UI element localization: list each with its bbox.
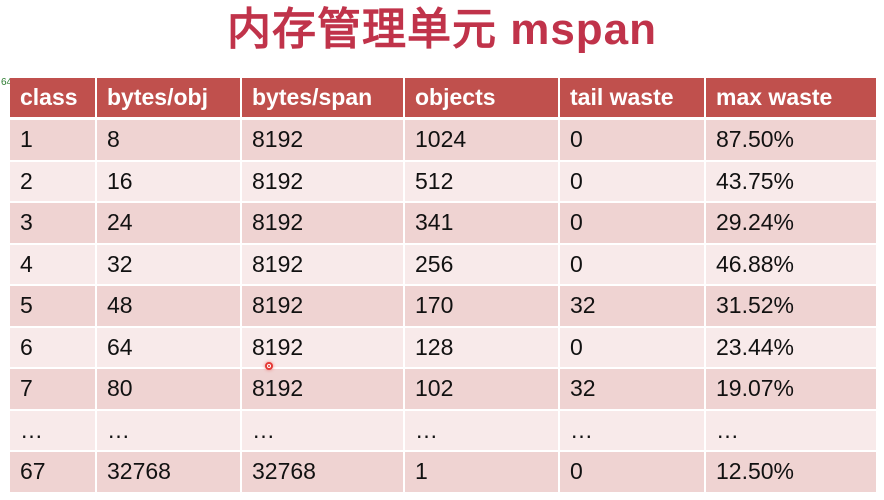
cell-bytes-per-obj: … — [96, 409, 242, 452]
cell-tail-waste: 0 — [559, 160, 706, 203]
cell-max-waste: 43.75% — [705, 160, 876, 203]
table-header: class bytes/obj bytes/span objects tail … — [10, 78, 876, 120]
cell-class: 2 — [10, 160, 97, 203]
header-max-waste: max waste — [705, 78, 876, 120]
cell-class: 6 — [10, 326, 97, 369]
cell-bytes-per-obj: 48 — [96, 285, 242, 328]
cell-objects: 341 — [404, 202, 560, 245]
cell-bytes-per-span: 8192 — [241, 118, 405, 162]
laser-pointer-cursor — [265, 362, 273, 370]
mspan-size-class-table: class bytes/obj bytes/span objects tail … — [10, 78, 876, 494]
cell-tail-waste: 32 — [559, 285, 706, 328]
cell-bytes-per-obj: 80 — [96, 368, 242, 411]
cell-max-waste: 31.52% — [705, 285, 876, 328]
cell-bytes-per-obj: 64 — [96, 326, 242, 369]
cell-tail-waste: 32 — [559, 368, 706, 411]
cell-max-waste: 87.50% — [705, 118, 876, 162]
cell-objects: 170 — [404, 285, 560, 328]
cell-class: 5 — [10, 285, 97, 328]
cell-bytes-per-span: … — [241, 409, 405, 452]
cell-class: 7 — [10, 368, 97, 411]
table-row: 5 48 8192 170 32 31.52% — [10, 285, 876, 328]
cell-bytes-per-obj: 24 — [96, 202, 242, 245]
cell-objects: 512 — [404, 160, 560, 203]
cell-tail-waste: 0 — [559, 243, 706, 286]
cell-objects: 102 — [404, 368, 560, 411]
cell-tail-waste: 0 — [559, 202, 706, 245]
cell-class: 3 — [10, 202, 97, 245]
cell-bytes-per-span: 8192 — [241, 160, 405, 203]
table-row: 1 8 8192 1024 0 87.50% — [10, 118, 876, 162]
table-body: 1 8 8192 1024 0 87.50% 2 16 8192 512 0 4… — [10, 118, 876, 494]
cell-bytes-per-span: 8192 — [241, 243, 405, 286]
cell-objects: 1 — [404, 451, 560, 494]
cell-bytes-per-obj: 32768 — [96, 451, 242, 494]
cell-bytes-per-span: 8192 — [241, 285, 405, 328]
table-row: 67 32768 32768 1 0 12.50% — [10, 451, 876, 494]
cell-objects: 1024 — [404, 118, 560, 162]
slide-title: 内存管理单元 mspan — [226, 5, 658, 54]
cell-bytes-per-obj: 32 — [96, 243, 242, 286]
table-row: 2 16 8192 512 0 43.75% — [10, 160, 876, 203]
header-tail-waste: tail waste — [559, 78, 706, 120]
cell-tail-waste: … — [559, 409, 706, 452]
header-objects: objects — [404, 78, 560, 120]
cell-objects: … — [404, 409, 560, 452]
cell-tail-waste: 0 — [559, 451, 706, 494]
cell-max-waste: 19.07% — [705, 368, 876, 411]
header-row: class bytes/obj bytes/span objects tail … — [10, 78, 876, 120]
cell-objects: 256 — [404, 243, 560, 286]
cell-bytes-per-span: 8192 — [241, 368, 405, 411]
cell-bytes-per-span: 8192 — [241, 326, 405, 369]
cell-bytes-per-span: 32768 — [241, 451, 405, 494]
table-row: 3 24 8192 341 0 29.24% — [10, 202, 876, 245]
slide: 内存管理单元 mspan 64MB...com class bytes/obj … — [0, 0, 884, 500]
cell-class: 67 — [10, 451, 97, 494]
cell-class: 4 — [10, 243, 97, 286]
cell-class: 1 — [10, 118, 97, 162]
table-row: … … … … … … — [10, 409, 876, 452]
cell-tail-waste: 0 — [559, 326, 706, 369]
cell-tail-waste: 0 — [559, 118, 706, 162]
cell-max-waste: 23.44% — [705, 326, 876, 369]
cell-bytes-per-obj: 8 — [96, 118, 242, 162]
cell-max-waste: … — [705, 409, 876, 452]
table-row: 4 32 8192 256 0 46.88% — [10, 243, 876, 286]
cell-max-waste: 29.24% — [705, 202, 876, 245]
cell-objects: 128 — [404, 326, 560, 369]
header-class: class — [10, 78, 97, 120]
cell-class: … — [10, 409, 97, 452]
header-bytes-per-span: bytes/span — [241, 78, 405, 120]
cell-max-waste: 46.88% — [705, 243, 876, 286]
header-bytes-per-obj: bytes/obj — [96, 78, 242, 120]
table-row: 7 80 8192 102 32 19.07% — [10, 368, 876, 411]
cell-bytes-per-obj: 16 — [96, 160, 242, 203]
cell-max-waste: 12.50% — [705, 451, 876, 494]
table-row: 6 64 8192 128 0 23.44% — [10, 326, 876, 369]
cell-bytes-per-span: 8192 — [241, 202, 405, 245]
